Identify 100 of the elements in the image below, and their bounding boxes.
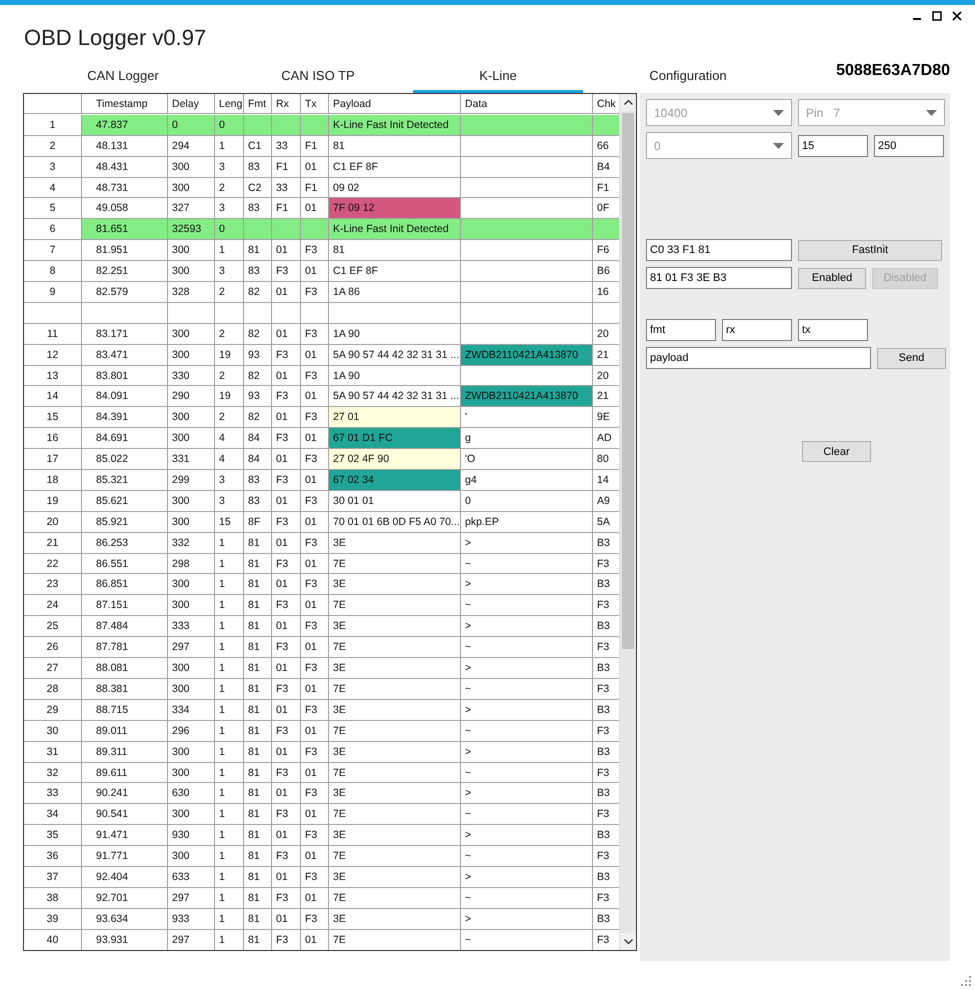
tx-cell: F3 bbox=[301, 616, 329, 638]
checksum-cell: B3 bbox=[593, 532, 619, 554]
input-field[interactable]: 15 bbox=[798, 134, 868, 156]
tx-cell: F3 bbox=[301, 866, 329, 888]
length-cell: 2 bbox=[215, 407, 244, 428]
scrollbar-thumb[interactable] bbox=[622, 113, 634, 649]
rx-cell: 01 bbox=[272, 742, 301, 762]
tab[interactable]: CAN ISO TP bbox=[223, 68, 413, 93]
payload-cell: K-Line Fast Init Detected bbox=[329, 114, 461, 136]
timestamp-cell: 89.011 bbox=[82, 720, 168, 742]
timestamp-cell: 88.081 bbox=[82, 658, 168, 679]
payload-cell: 7E bbox=[329, 595, 461, 616]
tx-cell: 01 bbox=[301, 386, 329, 408]
length-cell: 2 bbox=[215, 178, 244, 198]
tx-cell: 01 bbox=[301, 261, 329, 282]
tx-cell: 01 bbox=[301, 470, 329, 491]
tx-cell: 01 bbox=[301, 554, 329, 574]
rx-cell: 01 bbox=[272, 240, 301, 262]
rx-cell bbox=[272, 302, 301, 324]
checksum-cell: B4 bbox=[593, 156, 619, 178]
input-field[interactable]: 250 bbox=[874, 134, 944, 156]
tx-cell: 01 bbox=[301, 637, 329, 658]
fmt-cell: 81 bbox=[244, 825, 272, 846]
payload-cell: 7E bbox=[329, 846, 461, 867]
checksum-cell: 20 bbox=[593, 366, 619, 386]
length-cell bbox=[215, 302, 244, 324]
fastinit-button[interactable]: FastInit bbox=[798, 240, 942, 260]
length-cell: 0 bbox=[215, 219, 244, 240]
rx-cell: F3 bbox=[272, 261, 301, 282]
scroll-down-icon[interactable] bbox=[624, 939, 632, 944]
delay-cell: 299 bbox=[168, 470, 215, 491]
payload-cell: 1A 90 bbox=[329, 366, 461, 386]
column-header[interactable]: Data bbox=[461, 94, 593, 114]
length-cell: 1 bbox=[215, 678, 244, 700]
fmt-cell: 81 bbox=[244, 658, 272, 679]
data-cell: > bbox=[461, 616, 593, 638]
timestamp-cell: 86.851 bbox=[82, 574, 168, 596]
scrollbar[interactable] bbox=[619, 94, 636, 950]
keepalive-message-field[interactable]: 81 01 F3 3E B3 bbox=[646, 267, 792, 289]
tab[interactable]: Configuration bbox=[583, 68, 793, 93]
fmt-cell: 81 bbox=[244, 678, 272, 700]
delay-cell: 333 bbox=[168, 616, 215, 638]
clear-button[interactable]: Clear bbox=[802, 441, 871, 462]
length-cell: 19 bbox=[215, 344, 244, 366]
tx-cell: F3 bbox=[301, 324, 329, 345]
delay-cell: 300 bbox=[168, 595, 215, 616]
column-header[interactable]: Rx bbox=[272, 94, 301, 114]
scroll-up-icon[interactable] bbox=[624, 100, 632, 105]
timestamp-cell: 87.781 bbox=[82, 637, 168, 658]
data-cell: ' bbox=[461, 407, 593, 428]
tx-cell: F3 bbox=[301, 366, 329, 386]
payload-cell: 7E bbox=[329, 888, 461, 909]
timestamp-cell: 84.091 bbox=[82, 386, 168, 408]
payload-cell: 67 01 D1 FC bbox=[329, 428, 461, 450]
rx-cell: F3 bbox=[272, 846, 301, 867]
delay-cell: 300 bbox=[168, 344, 215, 366]
column-header[interactable]: Tx bbox=[301, 94, 329, 114]
payload-cell: 70 01 01 6B 0D F5 A0 70... bbox=[329, 512, 461, 533]
fmt-field[interactable]: fmt bbox=[646, 319, 716, 341]
enabled-button[interactable]: Enabled bbox=[798, 268, 866, 288]
delay-cell: 300 bbox=[168, 240, 215, 262]
column-header[interactable]: Fmt bbox=[244, 94, 272, 114]
length-cell: 3 bbox=[215, 156, 244, 178]
delay-cell: 0 bbox=[168, 114, 215, 136]
data-cell: ~ bbox=[461, 930, 593, 950]
delay-cell: 300 bbox=[168, 512, 215, 533]
tx-cell: 01 bbox=[301, 720, 329, 742]
length-cell: 1 bbox=[215, 658, 244, 679]
data-cell: > bbox=[461, 574, 593, 596]
column-header[interactable]: Payload bbox=[329, 94, 461, 114]
payload-field[interactable]: payload bbox=[646, 347, 871, 369]
length-cell: 2 bbox=[215, 324, 244, 345]
init-message-field[interactable]: C0 33 F1 81 bbox=[646, 239, 792, 261]
fmt-cell: C1 bbox=[244, 136, 272, 157]
tx-cell: 01 bbox=[301, 930, 329, 950]
resize-grip-icon[interactable] bbox=[961, 976, 971, 986]
tx-field[interactable]: tx bbox=[798, 319, 868, 341]
rx-cell: 01 bbox=[272, 825, 301, 846]
timestamp-cell: 48.131 bbox=[82, 136, 168, 157]
fmt-cell: 82 bbox=[244, 282, 272, 303]
fmt-cell: 84 bbox=[244, 449, 272, 470]
rx-cell: F3 bbox=[272, 470, 301, 491]
fmt-cell: 81 bbox=[244, 762, 272, 784]
data-cell: > bbox=[461, 532, 593, 554]
rx-field[interactable]: rx bbox=[722, 319, 792, 341]
data-cell: > bbox=[461, 825, 593, 846]
delay-cell: 300 bbox=[168, 178, 215, 198]
rx-cell: 01 bbox=[272, 700, 301, 721]
data-cell: ~ bbox=[461, 804, 593, 826]
column-header[interactable]: Delay bbox=[168, 94, 215, 114]
length-cell: 1 bbox=[215, 136, 244, 157]
column-header[interactable]: Timestamp bbox=[82, 94, 168, 114]
fmt-cell: 82 bbox=[244, 366, 272, 386]
fmt-cell: 81 bbox=[244, 616, 272, 638]
tab[interactable]: CAN Logger bbox=[23, 68, 223, 93]
column-header[interactable]: Leng bbox=[215, 94, 244, 114]
length-cell: 2 bbox=[215, 282, 244, 303]
send-button[interactable]: Send bbox=[877, 348, 946, 368]
length-cell: 1 bbox=[215, 240, 244, 262]
delay-cell: 300 bbox=[168, 156, 215, 178]
